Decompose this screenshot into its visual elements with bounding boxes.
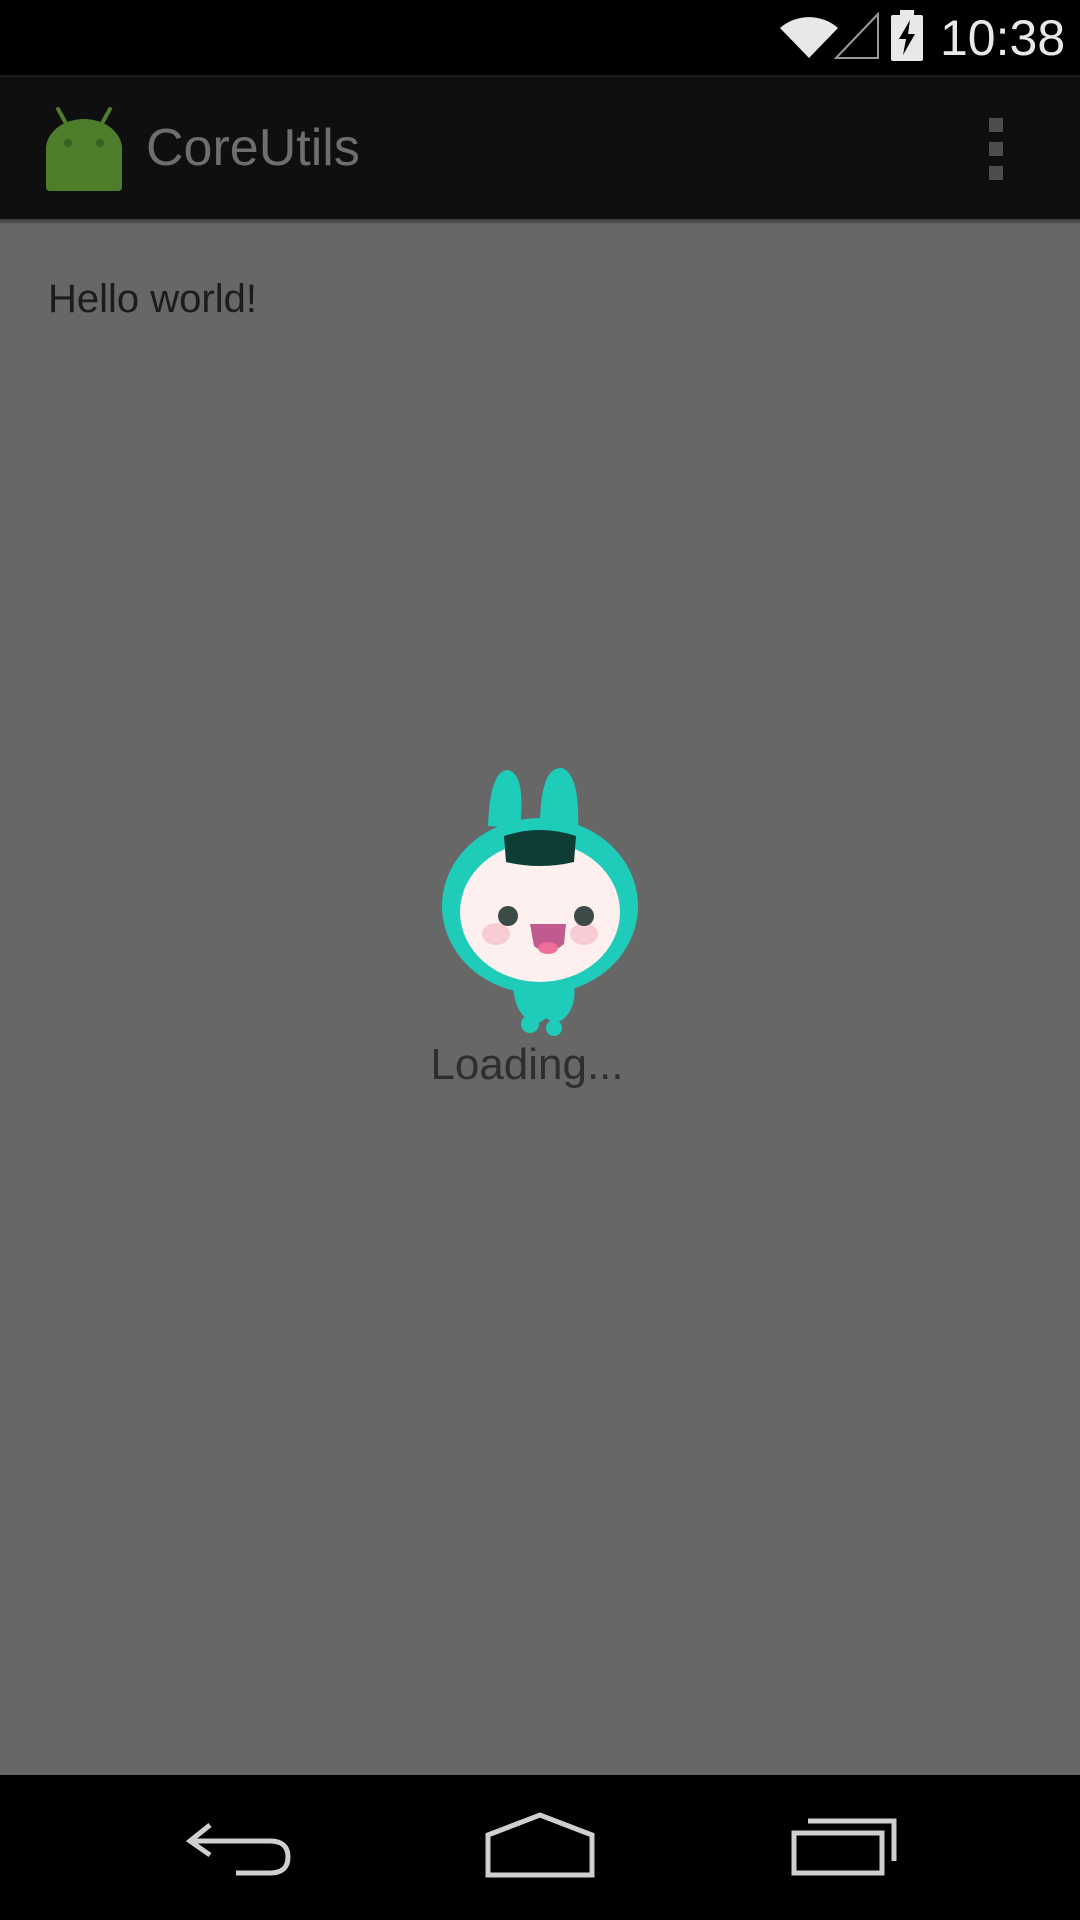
action-bar-shadow (0, 219, 1080, 225)
battery-charging-icon (891, 10, 923, 61)
status-bar: 10:38 (0, 0, 1080, 75)
overflow-menu-icon (989, 118, 1003, 132)
overflow-menu-icon-dot (989, 166, 1003, 180)
recents-icon[interactable] (784, 1805, 904, 1885)
hello-text: Hello world! (48, 277, 257, 321)
cell-signal-icon (834, 12, 879, 59)
android-robot-icon[interactable] (44, 107, 124, 191)
app-screen: 10:38 CoreUtils Hello world! Loading... (0, 0, 1080, 1920)
wifi-icon (780, 17, 838, 58)
home-icon[interactable] (480, 1805, 600, 1885)
status-clock: 10:38 (940, 10, 1066, 66)
loading-mascot-icon (442, 767, 638, 1036)
navigation-bar (0, 1775, 1080, 1920)
main-content: Hello world! Loading... (0, 219, 1080, 1775)
app-title: CoreUtils (146, 119, 360, 177)
overflow-menu-icon-dot (989, 142, 1003, 156)
overflow-menu-button[interactable] (976, 107, 1016, 191)
action-bar: CoreUtils (0, 75, 1080, 221)
loading-text: Loading... (430, 1040, 624, 1089)
back-icon[interactable] (180, 1805, 300, 1885)
